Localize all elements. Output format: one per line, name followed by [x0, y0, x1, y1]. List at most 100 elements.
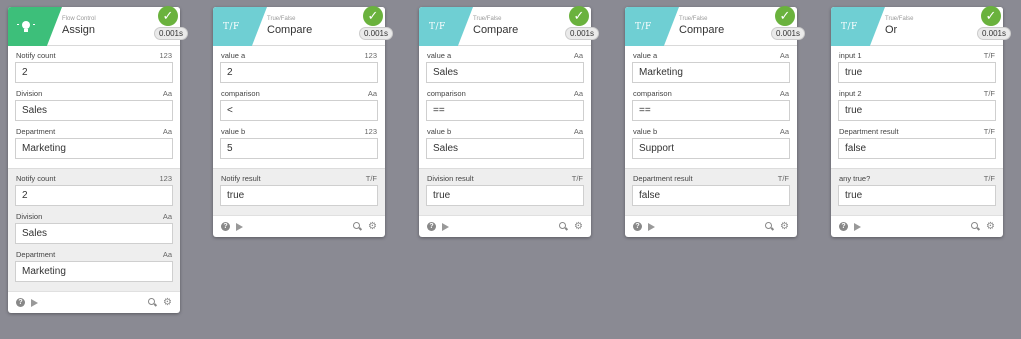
- field-label: any true?: [839, 174, 871, 183]
- timing-badge: 0.001s: [976, 27, 1011, 40]
- field-label: value a: [427, 51, 452, 60]
- field-type: Aa: [162, 212, 172, 221]
- help-icon[interactable]: ?: [16, 298, 25, 307]
- card-category: True/False: [679, 16, 708, 22]
- field-label: comparison: [427, 89, 466, 98]
- help-icon[interactable]: ?: [633, 222, 642, 231]
- assign-card[interactable]: Flow Control Assign ✓ 0.001s Notify coun…: [8, 6, 188, 313]
- field-label: Notify count: [16, 174, 56, 183]
- play-icon[interactable]: [648, 222, 655, 231]
- lightbulb-icon: [17, 19, 35, 35]
- play-icon[interactable]: [31, 298, 38, 307]
- output-section: Notify count 123 2 Division Aa Sales Depar…: [8, 168, 180, 291]
- field-label: Department: [16, 250, 56, 259]
- any-true-output[interactable]: true: [838, 185, 996, 206]
- value-b-input[interactable]: 5: [220, 138, 378, 159]
- or-card[interactable]: T/F True/False Or ✓ 0.001s input 1 T/F tr…: [831, 6, 1011, 237]
- field-label: Notify count: [16, 51, 56, 60]
- search-icon[interactable]: [559, 222, 568, 231]
- comparison-input[interactable]: ==: [632, 100, 790, 121]
- search-icon[interactable]: [971, 222, 980, 231]
- gear-icon[interactable]: ⚙: [780, 221, 789, 232]
- division-output[interactable]: Sales: [15, 223, 173, 244]
- check-icon: ✓: [775, 6, 795, 26]
- compare-card[interactable]: T/F True/False Compare ✓ 0.001s value a 1…: [213, 6, 393, 237]
- value-b-input[interactable]: Sales: [426, 138, 584, 159]
- play-icon[interactable]: [442, 222, 449, 231]
- card-title: Compare: [473, 24, 519, 36]
- card-title: Compare: [679, 24, 725, 36]
- field-type: T/F: [571, 174, 583, 183]
- output-section: Department result T/F false: [625, 168, 797, 215]
- true-false-badge: T/F: [831, 7, 885, 46]
- search-icon[interactable]: [148, 298, 157, 307]
- timing-badge: 0.001s: [564, 27, 599, 40]
- output-section: Division result T/F true: [419, 168, 591, 215]
- check-icon: ✓: [569, 6, 589, 26]
- field-label: value b: [221, 127, 246, 136]
- value-a-input[interactable]: 2: [220, 62, 378, 83]
- search-icon[interactable]: [765, 222, 774, 231]
- input-section: value a Aa Sales comparison Aa == value b A…: [419, 46, 591, 168]
- flow-control-badge: [8, 7, 62, 46]
- input-1-field[interactable]: true: [838, 62, 996, 83]
- input-2-field[interactable]: true: [838, 100, 996, 121]
- field-label: Department: [16, 127, 56, 136]
- card-category: True/False: [267, 16, 296, 22]
- help-icon[interactable]: ?: [839, 222, 848, 231]
- play-icon[interactable]: [854, 222, 861, 231]
- card-header[interactable]: T/F True/False Compare ✓ 0.001s: [213, 6, 393, 46]
- division-input[interactable]: Sales: [15, 100, 173, 121]
- card-header[interactable]: Flow Control Assign ✓ 0.001s: [8, 6, 188, 46]
- field-label: Division: [16, 212, 43, 221]
- help-icon[interactable]: ?: [221, 222, 230, 231]
- field-type: Aa: [162, 89, 172, 98]
- department-result-output[interactable]: false: [632, 185, 790, 206]
- timing-badge: 0.001s: [153, 27, 188, 40]
- value-a-input[interactable]: Sales: [426, 62, 584, 83]
- timing-badge: 0.001s: [770, 27, 805, 40]
- value-b-input[interactable]: Support: [632, 138, 790, 159]
- card-footer: ? ⚙: [831, 215, 1003, 237]
- play-icon[interactable]: [236, 222, 243, 231]
- help-icon[interactable]: ?: [427, 222, 436, 231]
- card-title: Compare: [267, 24, 313, 36]
- card-header[interactable]: T/F True/False Or ✓ 0.001s: [831, 6, 1011, 46]
- output-section: any true? T/F true: [831, 168, 1003, 215]
- comparison-input[interactable]: ==: [426, 100, 584, 121]
- field-type: 123: [364, 127, 377, 136]
- field-type: 123: [159, 174, 172, 183]
- gear-icon[interactable]: ⚙: [368, 221, 377, 232]
- department-input[interactable]: Marketing: [15, 138, 173, 159]
- value-a-input[interactable]: Marketing: [632, 62, 790, 83]
- gear-icon[interactable]: ⚙: [986, 221, 995, 232]
- field-type: Aa: [779, 51, 789, 60]
- division-result-output[interactable]: true: [426, 185, 584, 206]
- gear-icon[interactable]: ⚙: [574, 221, 583, 232]
- comparison-input[interactable]: <: [220, 100, 378, 121]
- compare-card[interactable]: T/F True/False Compare ✓ 0.001s value a A…: [625, 6, 805, 237]
- notify-count-input[interactable]: 2: [15, 62, 173, 83]
- timing-badge: 0.001s: [358, 27, 393, 40]
- card-footer: ? ⚙: [419, 215, 591, 237]
- card-header[interactable]: T/F True/False Compare ✓ 0.001s: [625, 6, 805, 46]
- compare-card[interactable]: T/F True/False Compare ✓ 0.001s value a A…: [419, 6, 599, 237]
- notify-result-output[interactable]: true: [220, 185, 378, 206]
- field-type: Aa: [367, 89, 377, 98]
- field-type: 123: [364, 51, 377, 60]
- input-section: input 1 T/F true input 2 T/F true Departme…: [831, 46, 1003, 168]
- gear-icon[interactable]: ⚙: [163, 297, 172, 308]
- field-label: Department result: [633, 174, 693, 183]
- department-result-field[interactable]: false: [838, 138, 996, 159]
- card-title: Assign: [62, 24, 96, 36]
- card-category: Flow Control: [62, 16, 96, 22]
- field-type: Aa: [779, 127, 789, 136]
- search-icon[interactable]: [353, 222, 362, 231]
- department-output[interactable]: Marketing: [15, 261, 173, 282]
- input-section: Notify count 123 2 Division Aa Sales Depar…: [8, 46, 180, 168]
- notify-count-output[interactable]: 2: [15, 185, 173, 206]
- field-label: value a: [221, 51, 246, 60]
- card-header[interactable]: T/F True/False Compare ✓ 0.001s: [419, 6, 599, 46]
- field-type: T/F: [983, 174, 995, 183]
- field-type: Aa: [162, 250, 172, 259]
